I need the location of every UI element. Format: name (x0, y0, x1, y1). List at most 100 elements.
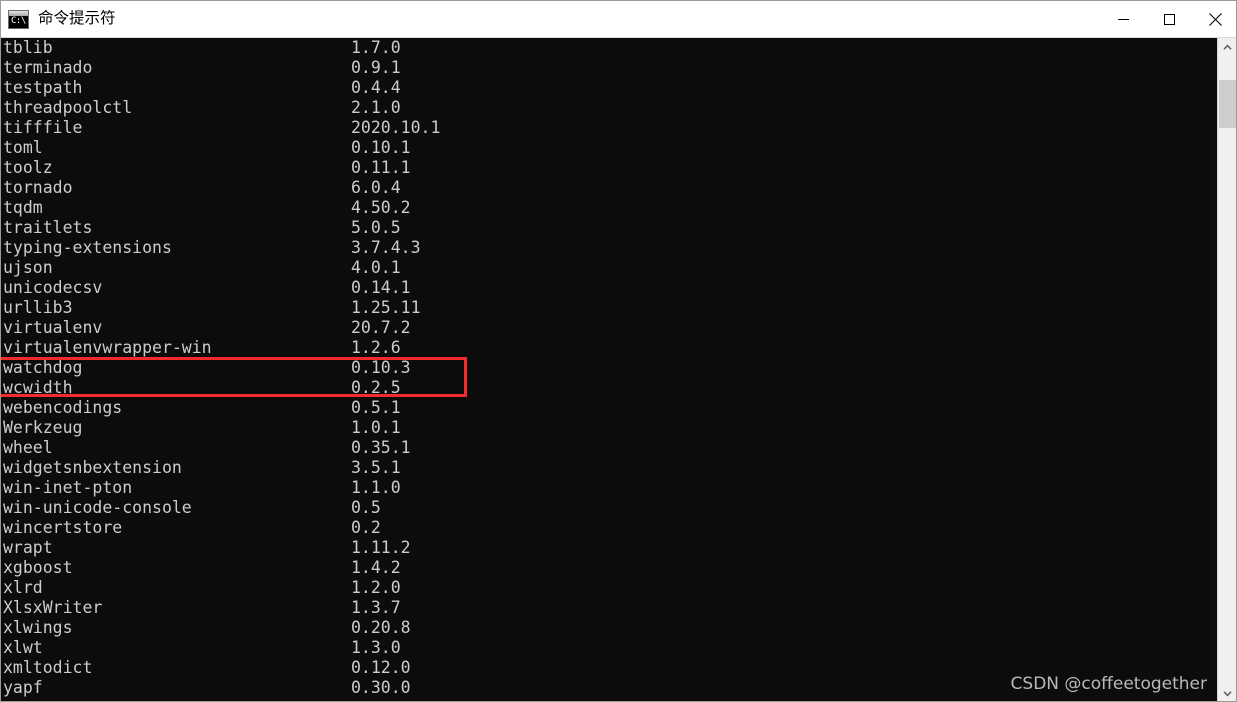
package-name: xlrd (3, 578, 43, 597)
csdn-watermark: CSDN @coffeetogether (1010, 674, 1207, 694)
package-row: xlwings 0.20.8 (3, 618, 440, 638)
command-prompt-window: C:\. 命令提示符 tblib 1.7.0 terminado 0.9.1 t… (0, 0, 1237, 702)
package-row: win-unicode-console 0.5 (3, 498, 440, 518)
package-row: typing-extensions 3.7.4.3 (3, 238, 440, 258)
package-row: tifffile 2020.10.1 (3, 118, 440, 138)
cmd-icon-text: C:\. (11, 15, 29, 26)
package-version: 0.30.0 (351, 678, 411, 697)
package-row: tblib 1.7.0 (3, 38, 440, 58)
package-row: xgboost 1.4.2 (3, 558, 440, 578)
package-row: xlwt 1.3.0 (3, 638, 440, 658)
package-name: wcwidth (3, 378, 73, 397)
package-version: 20.7.2 (351, 318, 411, 337)
package-row: webencodings 0.5.1 (3, 398, 440, 418)
package-version: 0.4.4 (351, 78, 401, 97)
package-row: watchdog 0.10.3 (3, 358, 440, 378)
package-name: win-unicode-console (3, 498, 192, 517)
package-version: 0.10.3 (351, 358, 411, 377)
maximize-button[interactable] (1146, 1, 1192, 38)
console-output-area[interactable]: tblib 1.7.0 terminado 0.9.1 testpath 0.4.4 thr… (1, 38, 1219, 701)
close-icon (1208, 12, 1222, 26)
cmd-console-icon: C:\. (8, 9, 29, 29)
package-row: ujson 4.0.1 (3, 258, 440, 278)
package-row: win-inet-pton 1.1.0 (3, 478, 440, 498)
package-row: toolz 0.11.1 (3, 158, 440, 178)
package-name: wincertstore (3, 518, 123, 537)
package-row: virtualenvwrapper-win 1.2.6 (3, 338, 440, 358)
package-version: 1.7.0 (351, 38, 401, 57)
package-name: XlsxWriter (3, 598, 103, 617)
package-version: 0.2 (351, 518, 381, 537)
package-name: virtualenv (3, 318, 103, 337)
package-name: threadpoolctl (3, 98, 133, 117)
package-row: unicodecsv 0.14.1 (3, 278, 440, 298)
package-version: 2.1.0 (351, 98, 401, 117)
minimize-icon (1117, 18, 1129, 20)
package-row: testpath 0.4.4 (3, 78, 440, 98)
package-version: 1.25.11 (351, 298, 421, 317)
package-name: widgetsnbextension (3, 458, 182, 477)
package-row: XlsxWriter 1.3.7 (3, 598, 440, 618)
package-version: 0.10.1 (351, 138, 411, 157)
package-version: 0.5.1 (351, 398, 401, 417)
package-row: wcwidth 0.2.5 (3, 378, 440, 398)
package-row: wincertstore 0.2 (3, 518, 440, 538)
package-name: tqdm (3, 198, 43, 217)
chevron-up-icon (1222, 44, 1232, 50)
package-version: 0.11.1 (351, 158, 411, 177)
package-name: typing-extensions (3, 238, 172, 257)
package-row: tqdm 4.50.2 (3, 198, 440, 218)
package-version: 2020.10.1 (351, 118, 441, 137)
package-name: testpath (3, 78, 83, 97)
package-row: virtualenv 20.7.2 (3, 318, 440, 338)
minimize-button[interactable] (1100, 1, 1146, 38)
package-version: 1.2.0 (351, 578, 401, 597)
package-version: 1.4.2 (351, 558, 401, 577)
package-row: toml 0.10.1 (3, 138, 440, 158)
package-row: wheel 0.35.1 (3, 438, 440, 458)
package-row: xmltodict 0.12.0 (3, 658, 440, 678)
close-button[interactable] (1192, 1, 1236, 38)
pip-list-output: tblib 1.7.0 terminado 0.9.1 testpath 0.4.4 thr… (3, 38, 440, 698)
package-version: 3.7.4.3 (351, 238, 421, 257)
package-version: 1.2.6 (351, 338, 401, 357)
package-version: 0.12.0 (351, 658, 411, 677)
package-version: 0.5 (351, 498, 381, 517)
scrollbar-up-button[interactable] (1218, 38, 1236, 56)
package-name: ujson (3, 258, 53, 277)
package-version: 1.3.7 (351, 598, 401, 617)
package-name: tifffile (3, 118, 83, 137)
package-row: Werkzeug 1.0.1 (3, 418, 440, 438)
package-name: toml (3, 138, 43, 157)
maximize-icon (1163, 13, 1175, 25)
window-titlebar[interactable]: C:\. 命令提示符 (1, 0, 1236, 38)
package-version: 6.0.4 (351, 178, 401, 197)
package-name: toolz (3, 158, 53, 177)
package-version: 0.9.1 (351, 58, 401, 77)
package-version: 5.0.5 (351, 218, 401, 237)
scrollbar-thumb[interactable] (1219, 80, 1236, 128)
package-version: 1.3.0 (351, 638, 401, 657)
window-title: 命令提示符 (38, 10, 116, 27)
package-name: terminado (3, 58, 93, 77)
vertical-scrollbar[interactable] (1217, 38, 1236, 701)
package-version: 3.5.1 (351, 458, 401, 477)
package-version: 0.35.1 (351, 438, 411, 457)
package-name: urllib3 (3, 298, 73, 317)
package-row: traitlets 5.0.5 (3, 218, 440, 238)
package-name: tornado (3, 178, 73, 197)
package-name: win-inet-pton (3, 478, 133, 497)
package-name: virtualenvwrapper-win (3, 338, 212, 357)
chevron-down-icon (1222, 690, 1232, 696)
package-name: yapf (3, 678, 43, 697)
window-controls (1100, 1, 1236, 38)
package-version: 4.0.1 (351, 258, 401, 277)
package-version: 1.0.1 (351, 418, 401, 437)
package-name: wheel (3, 438, 53, 457)
package-version: 1.11.2 (351, 538, 411, 557)
scrollbar-down-button[interactable] (1218, 684, 1236, 701)
package-name: tblib (3, 38, 53, 57)
package-version: 4.50.2 (351, 198, 411, 217)
package-name: traitlets (3, 218, 93, 237)
package-version: 0.2.5 (351, 378, 401, 397)
